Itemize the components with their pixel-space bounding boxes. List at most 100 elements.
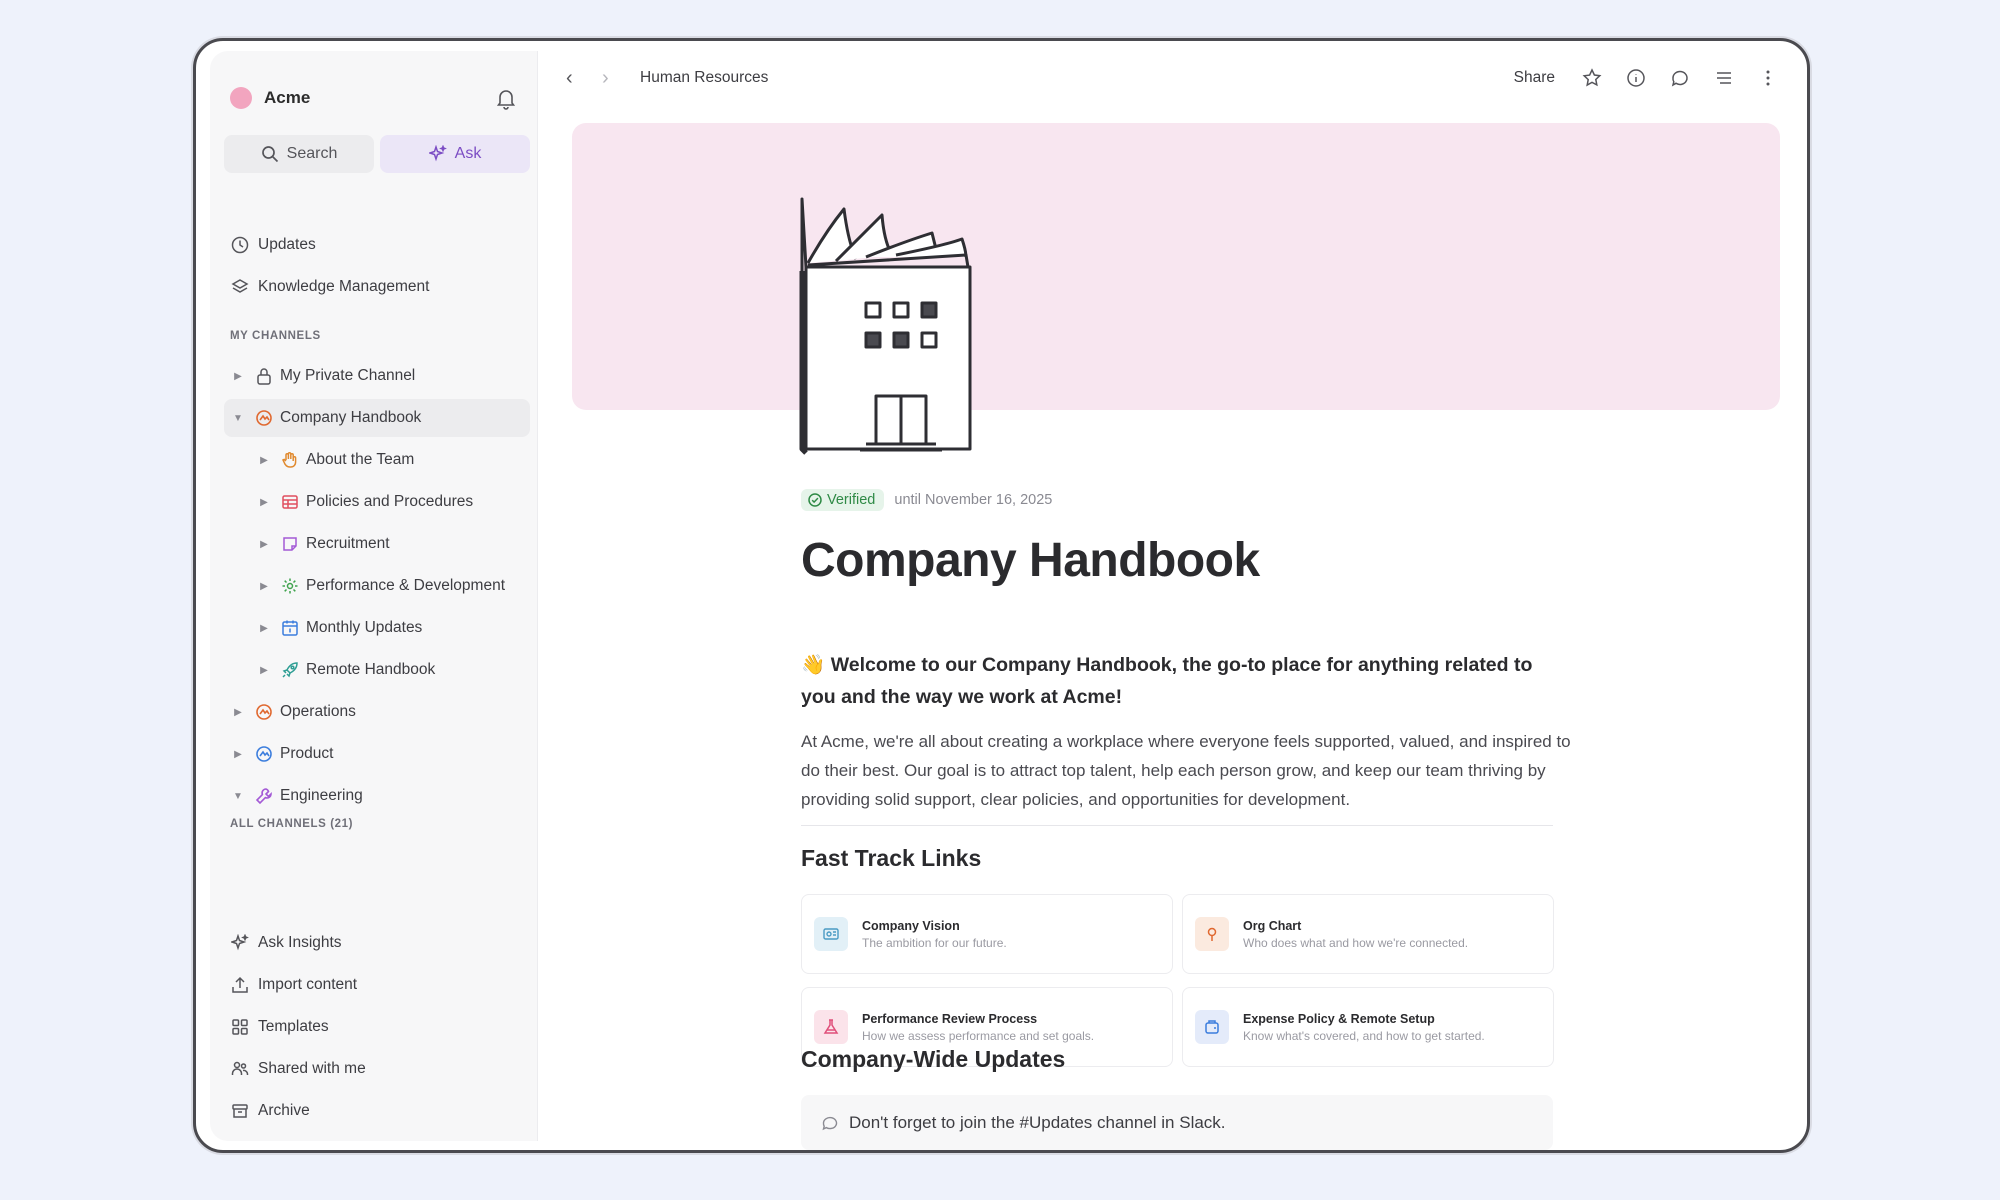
product-icon: [254, 744, 274, 764]
search-label: Search: [286, 145, 338, 162]
chevron-right-icon[interactable]: ▶: [256, 539, 272, 550]
bell-icon[interactable]: [496, 88, 516, 110]
info-icon[interactable]: [1625, 67, 1647, 89]
chevron-right-icon[interactable]: ▶: [256, 455, 272, 466]
wallet-icon: [1195, 1010, 1229, 1044]
link-card-title: Org Chart: [1243, 918, 1302, 933]
chevron-right-icon[interactable]: ▶: [256, 581, 272, 592]
updates-heading: Company-Wide Updates: [801, 1046, 1066, 1072]
workspace-avatar: [230, 87, 252, 109]
chevron-right-icon[interactable]: ▶: [256, 623, 272, 634]
callout-text: Don't forget to join the #Updates channe…: [849, 1112, 1226, 1132]
link-card-org-chart[interactable]: Org Chart Who does what and how we're co…: [1182, 894, 1554, 974]
verification-row: Verified until November 16, 2025: [801, 489, 1052, 511]
sidebar-item-operations[interactable]: ▶ Operations: [230, 693, 530, 731]
sidebar-item-label: Policies and Procedures: [306, 493, 474, 510]
sidebar-item-my-private-channel[interactable]: ▶ My Private Channel: [230, 357, 530, 395]
link-card-title: Performance Review Process: [862, 1011, 1038, 1026]
app-window: Acme Search Ask Updates Knowledge Manage…: [193, 38, 1810, 1153]
sidebar-item-label: Monthly Updates: [306, 619, 423, 636]
sidebar-item-knowledge-management[interactable]: Knowledge Management: [230, 275, 429, 299]
all-channels-label[interactable]: ALL CHANNELS (21): [230, 818, 353, 830]
handbook-icon: [254, 408, 274, 428]
note-icon: [280, 534, 300, 554]
breadcrumb[interactable]: Human Resources: [640, 69, 768, 87]
rocket-icon: [280, 660, 300, 680]
sidebar-item-label: My Private Channel: [280, 367, 416, 384]
more-vertical-icon[interactable]: [1757, 67, 1779, 89]
divider: [801, 825, 1553, 826]
sidebar-item-engineering[interactable]: ▼ Engineering: [230, 777, 530, 815]
link-card-description: The ambition for our future.: [862, 935, 1007, 950]
archive-icon: [230, 1101, 250, 1121]
hand-icon: [280, 450, 300, 470]
sidebar-item-company-handbook[interactable]: ▼ Company Handbook: [224, 399, 530, 437]
upload-icon: [230, 975, 250, 995]
sidebar-item-label: Import content: [258, 976, 358, 993]
sidebar-item-remote-handbook[interactable]: ▶ Remote Handbook: [256, 651, 530, 689]
link-card-company-vision[interactable]: Company Vision The ambition for our futu…: [801, 894, 1173, 974]
forward-arrow-icon[interactable]: ›: [602, 67, 624, 90]
sidebar-item-label: Company Handbook: [280, 409, 422, 426]
lead-text: Welcome to our Company Handbook, the go-…: [801, 654, 1533, 708]
speech-bubble-icon: [821, 1114, 839, 1132]
lead-paragraph: 👋 Welcome to our Company Handbook, the g…: [801, 649, 1571, 713]
sidebar-item-shared-with-me[interactable]: Shared with me: [230, 1057, 366, 1081]
chevron-right-icon[interactable]: ▶: [230, 749, 246, 760]
sidebar-item-product[interactable]: ▶ Product: [230, 735, 530, 773]
sidebar-item-label: Operations: [280, 703, 356, 720]
sidebar-item-performance-development[interactable]: ▶ Performance & Development: [256, 567, 530, 605]
ask-button[interactable]: Ask: [380, 135, 530, 173]
workspace-switcher[interactable]: Acme: [230, 87, 310, 109]
sparkle-icon: [230, 933, 250, 953]
back-arrow-icon[interactable]: ‹: [566, 67, 588, 90]
sidebar-item-updates[interactable]: Updates: [230, 233, 316, 257]
search-button[interactable]: Search: [224, 135, 374, 173]
sidebar-item-label: About the Team: [306, 451, 415, 468]
page-title: Company Handbook: [801, 534, 1260, 587]
verified-until: until November 16, 2025: [894, 492, 1053, 508]
chevron-down-icon[interactable]: ▼: [230, 413, 246, 424]
outline-icon[interactable]: [1713, 67, 1735, 89]
comment-icon[interactable]: [1669, 67, 1691, 89]
sidebar-item-label: Archive: [258, 1102, 310, 1119]
table-icon: [280, 492, 300, 512]
callout-block: Don't forget to join the #Updates channe…: [801, 1095, 1553, 1150]
waving-hand-emoji: 👋: [801, 654, 826, 676]
verified-label: Verified: [827, 492, 876, 508]
sidebar-item-label: Recruitment: [306, 535, 390, 552]
chevron-right-icon[interactable]: ▶: [230, 707, 246, 718]
chevron-right-icon[interactable]: ▶: [256, 665, 272, 676]
sidebar-item-ask-insights[interactable]: Ask Insights: [230, 931, 342, 955]
chevron-down-icon[interactable]: ▼: [230, 791, 246, 802]
clock-icon: [230, 235, 250, 255]
sidebar-item-monthly-updates[interactable]: ▶ Monthly Updates: [256, 609, 530, 647]
gear-icon: [280, 576, 300, 596]
chevron-right-icon[interactable]: ▶: [230, 371, 246, 382]
link-card-description: Who does what and how we're connected.: [1243, 935, 1469, 950]
sidebar-item-about-the-team[interactable]: ▶ About the Team: [256, 441, 530, 479]
layers-icon: [230, 277, 250, 297]
sidebar-item-label: Updates: [258, 236, 316, 253]
star-icon[interactable]: [1581, 67, 1603, 89]
cover-image: [572, 123, 1780, 410]
sidebar-item-recruitment[interactable]: ▶ Recruitment: [256, 525, 530, 563]
workspace-name: Acme: [264, 88, 311, 107]
chevron-right-icon[interactable]: ▶: [256, 497, 272, 508]
building-book-illustration: [799, 197, 972, 455]
flask-icon: [814, 1010, 848, 1044]
calendar-icon: [280, 618, 300, 638]
share-button[interactable]: Share: [1514, 69, 1555, 87]
users-icon: [230, 1059, 250, 1079]
grid-icon: [230, 1017, 250, 1037]
sidebar-item-import-content[interactable]: Import content: [230, 973, 357, 997]
link-card-expense-policy[interactable]: Expense Policy & Remote Setup Know what'…: [1182, 987, 1554, 1067]
sidebar-item-label: Shared with me: [258, 1060, 366, 1077]
sidebar-item-policies-and-procedures[interactable]: ▶ Policies and Procedures: [256, 483, 530, 521]
sidebar-item-templates[interactable]: Templates: [230, 1015, 329, 1039]
pin-icon: [1195, 917, 1229, 951]
sidebar-item-archive[interactable]: Archive: [230, 1099, 310, 1123]
operations-icon: [254, 702, 274, 722]
verified-badge[interactable]: Verified: [801, 489, 885, 511]
sparkle-icon: [428, 145, 447, 162]
